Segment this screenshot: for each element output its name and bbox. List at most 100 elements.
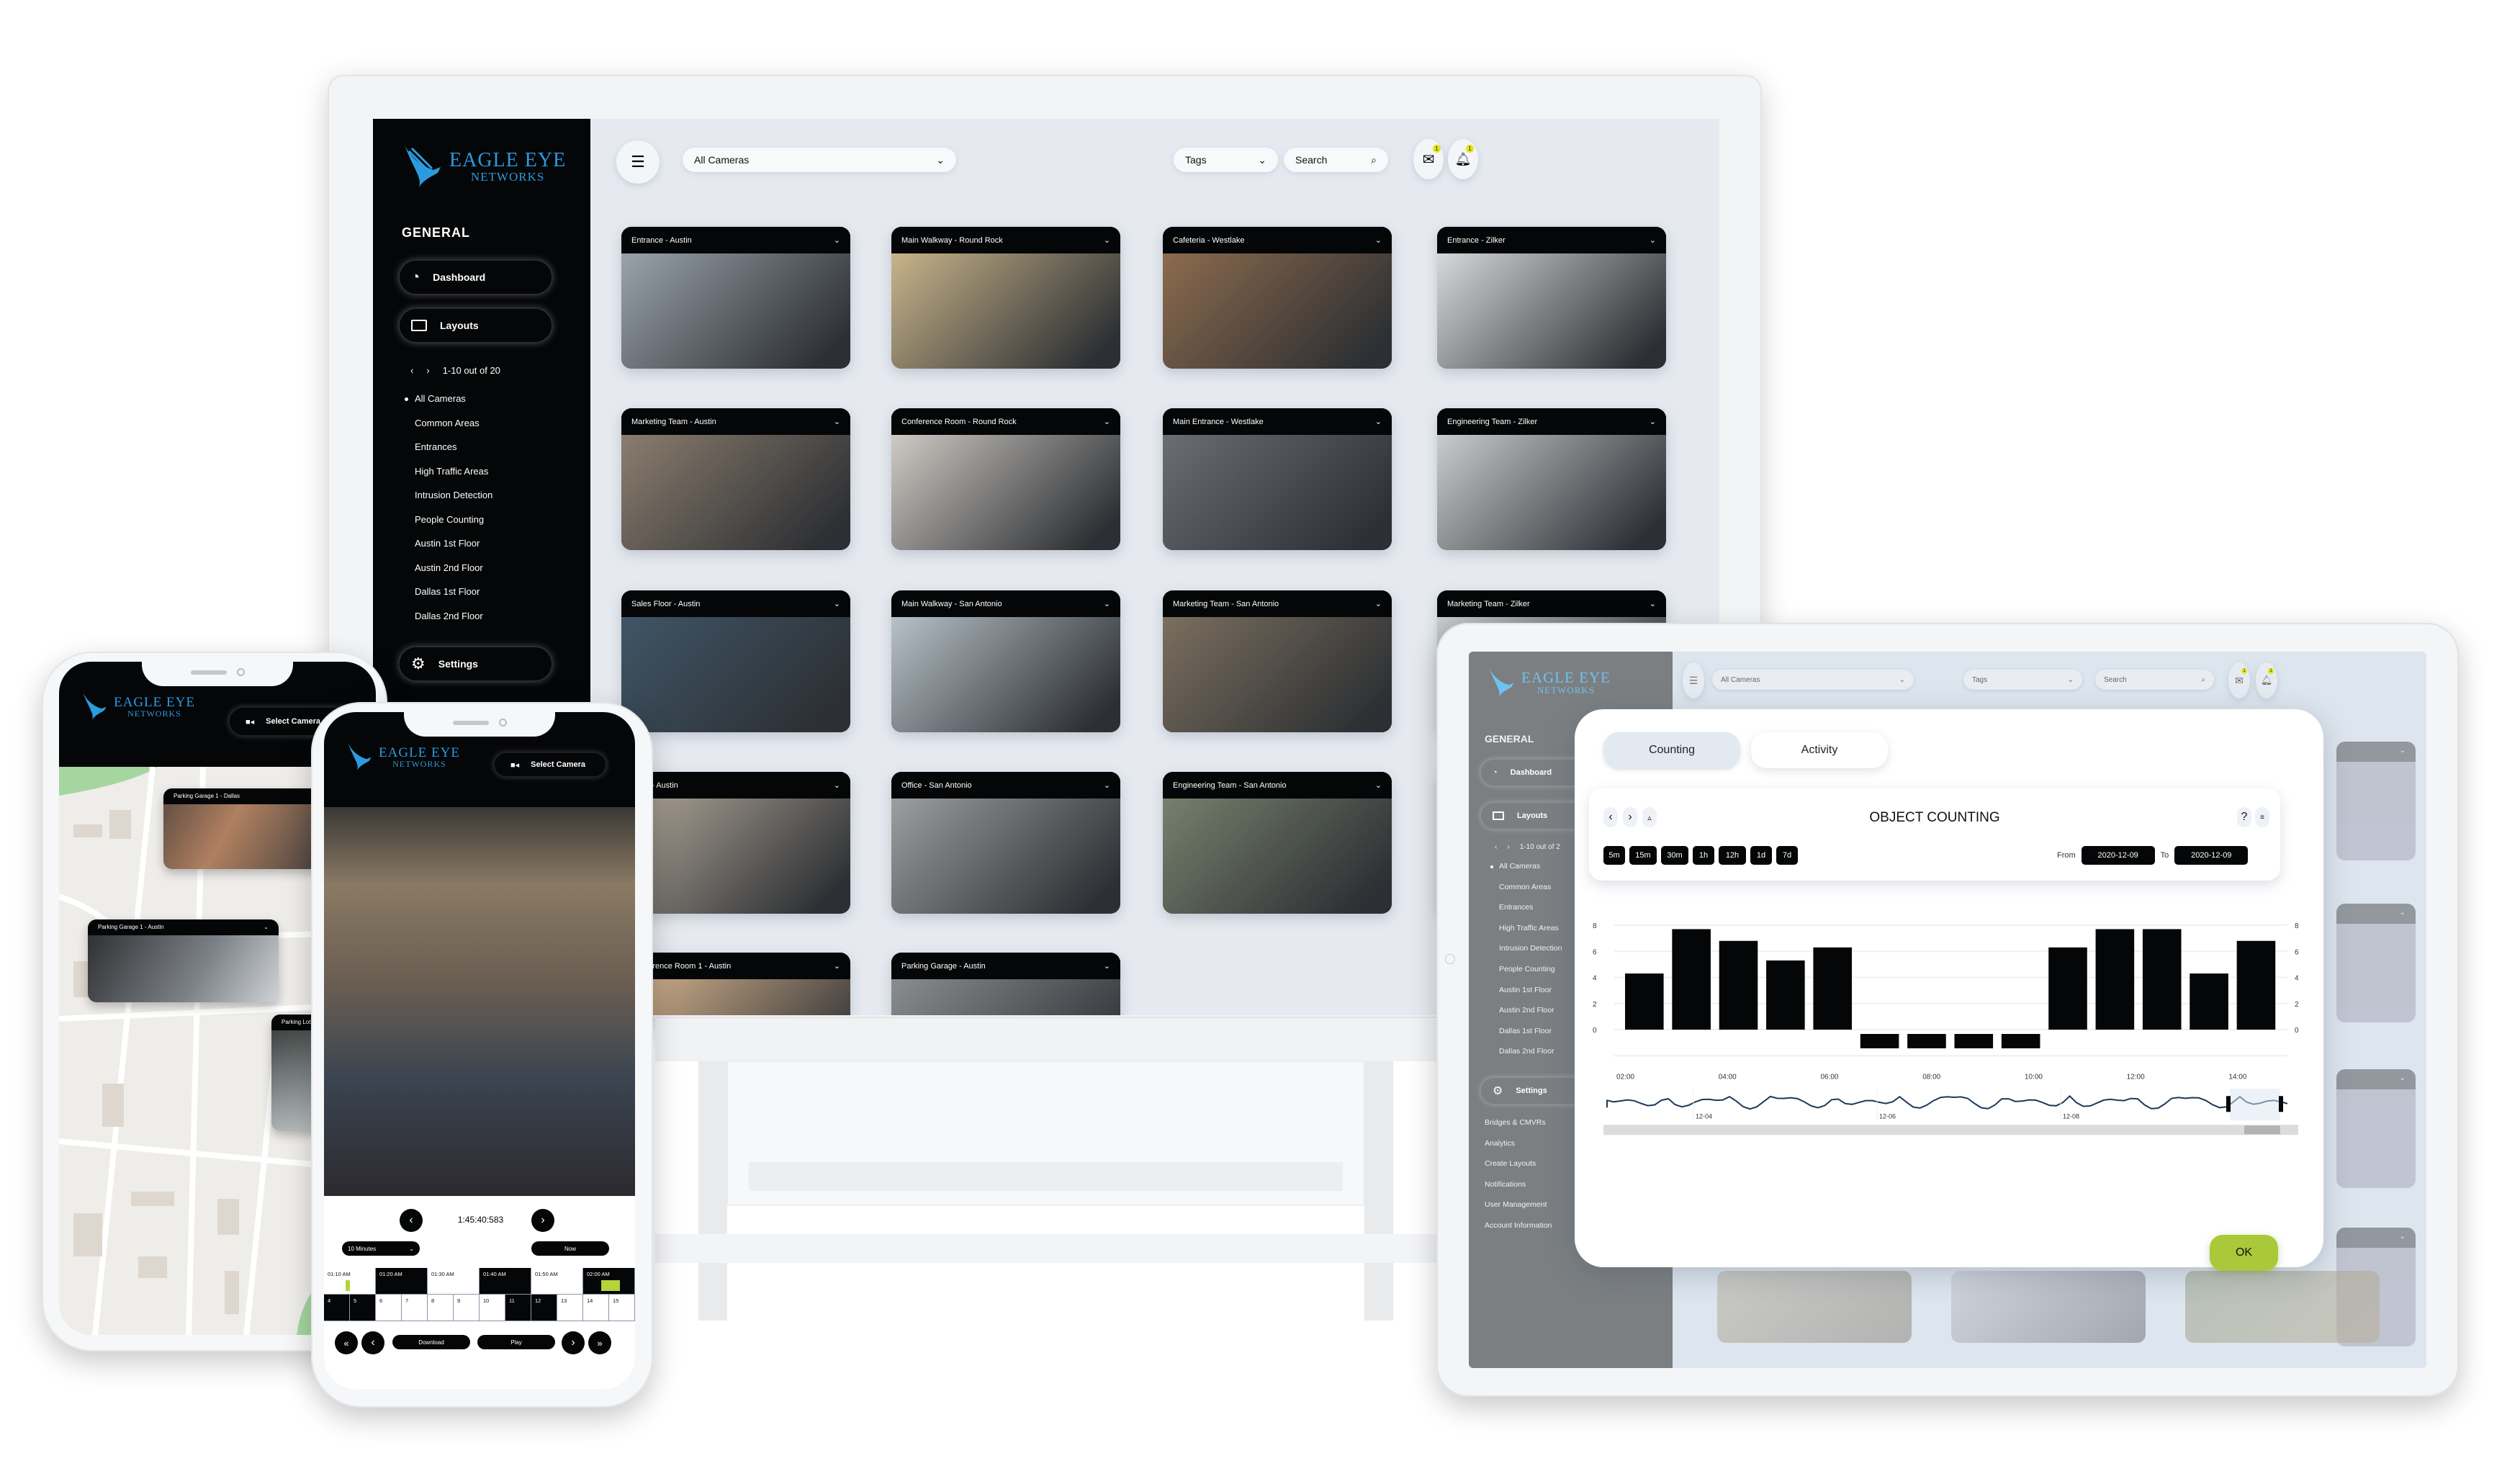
- to-date-input[interactable]: 2020-12-09: [2174, 846, 2249, 865]
- minute-cell[interactable]: 8: [428, 1295, 454, 1321]
- tags-dropdown[interactable]: Tags ⌄: [1174, 148, 1278, 172]
- step-back-button[interactable]: ‹: [361, 1331, 384, 1354]
- camera-tile[interactable]: Sales Floor - Austin ⌄: [621, 590, 850, 732]
- camera-tile[interactable]: Entrance - Austin ⌄: [621, 227, 850, 369]
- camera-tile[interactable]: Main Walkway - San Antonio ⌄: [891, 590, 1120, 732]
- minute-cell[interactable]: 6: [376, 1295, 402, 1321]
- chevron-down-icon[interactable]: ⌄: [834, 781, 840, 790]
- chevron-down-icon[interactable]: ⌄: [1104, 235, 1110, 245]
- minute-cell[interactable]: 7: [402, 1295, 428, 1321]
- chevron-down-icon[interactable]: ⌄: [834, 599, 840, 608]
- navigator-selection[interactable]: [2230, 1089, 2280, 1121]
- download-button[interactable]: Download: [392, 1335, 470, 1349]
- camera-tile[interactable]: [2185, 1271, 2380, 1343]
- layout-item[interactable]: Austin 1st Floor: [399, 531, 579, 556]
- range-button[interactable]: 15m: [1629, 846, 1657, 865]
- now-button[interactable]: Now: [531, 1241, 609, 1256]
- minute-cell[interactable]: 9: [454, 1295, 480, 1321]
- camera-tile[interactable]: Main Walkway - Round Rock ⌄: [891, 227, 1120, 369]
- layout-item[interactable]: Common Areas: [399, 411, 579, 436]
- recording-timeline[interactable]: 01:10 AM 01:20 AM 01:30 AM 01:40 AM 01:50 AM…: [324, 1268, 635, 1321]
- camera-tile[interactable]: Conference Room - Round Rock ⌄: [891, 408, 1120, 550]
- range-button[interactable]: 1d: [1750, 846, 1772, 865]
- tags-dropdown[interactable]: Tags ⌄: [1963, 670, 2082, 690]
- camera-filter-dropdown[interactable]: All Cameras ⌄: [1712, 670, 1914, 690]
- minute-cell[interactable]: 4: [324, 1295, 350, 1321]
- minute-cell[interactable]: 15: [609, 1295, 635, 1321]
- tab-activity[interactable]: Activity: [1751, 732, 1888, 768]
- minute-cell[interactable]: 12: [531, 1295, 557, 1321]
- layout-item[interactable]: Intrusion Detection: [399, 483, 579, 508]
- time-slot[interactable]: 01:40 AM: [480, 1268, 531, 1295]
- search-input[interactable]: Search ⌕: [2095, 670, 2214, 690]
- chevron-down-icon[interactable]: ⌄: [1104, 961, 1110, 971]
- camera-tile[interactable]: Conference Room 1 - Austin ⌄: [621, 953, 850, 1015]
- range-button[interactable]: 5m: [1603, 846, 1625, 865]
- layout-item[interactable]: High Traffic Areas: [399, 459, 579, 484]
- time-slot[interactable]: 01:50 AM: [531, 1268, 583, 1295]
- chevron-down-icon[interactable]: ⌄: [834, 417, 840, 426]
- chevron-down-icon[interactable]: ⌄: [834, 235, 840, 245]
- minute-cell[interactable]: 10: [480, 1295, 505, 1321]
- map-camera-card[interactable]: Parking Garage 1 - Dallas: [163, 788, 336, 869]
- time-slot[interactable]: 01:10 AM: [324, 1268, 376, 1295]
- chevron-down-icon[interactable]: ⌄: [1375, 235, 1382, 245]
- dashboard-button[interactable]: ◔ Dashboard: [398, 259, 553, 295]
- fast-forward-button[interactable]: »: [588, 1331, 611, 1354]
- camera-tile[interactable]: ⌄: [2336, 742, 2416, 860]
- time-slot[interactable]: 01:20 AM: [376, 1268, 428, 1295]
- range-button[interactable]: 30m: [1661, 846, 1688, 865]
- camera-tile[interactable]: Engineering Team - San Antonio ⌄: [1163, 772, 1392, 914]
- chart-menu-icon[interactable]: ≡: [2255, 807, 2269, 827]
- chevron-down-icon[interactable]: ⌄: [1104, 781, 1110, 790]
- help-button[interactable]: ?: [2237, 807, 2251, 827]
- layout-item[interactable]: All Cameras: [399, 387, 579, 411]
- pager-prev-icon[interactable]: ‹: [1495, 843, 1497, 851]
- camera-tile[interactable]: ⌄: [2336, 1069, 2416, 1188]
- navigator-handle-right[interactable]: [2279, 1096, 2283, 1112]
- chevron-down-icon[interactable]: ⌄: [1650, 235, 1656, 245]
- camera-tile[interactable]: Entrance - Zilker ⌄: [1437, 227, 1666, 369]
- scrollbar-thumb[interactable]: [2244, 1125, 2280, 1135]
- pager-next-icon[interactable]: ›: [1507, 843, 1509, 851]
- next-frame-button[interactable]: ›: [531, 1209, 554, 1232]
- rewind-button[interactable]: «: [335, 1331, 358, 1354]
- chevron-down-icon[interactable]: ⌄: [1375, 781, 1382, 790]
- minute-cell[interactable]: 13: [557, 1295, 583, 1321]
- range-button[interactable]: 1h: [1693, 846, 1714, 865]
- minute-cell[interactable]: 5: [350, 1295, 376, 1321]
- camera-tile[interactable]: Office - San Antonio ⌄: [891, 772, 1120, 914]
- layout-item[interactable]: Dallas 1st Floor: [399, 580, 579, 604]
- range-button[interactable]: 12h: [1719, 846, 1746, 865]
- settings-button[interactable]: ⚙ Settings: [398, 646, 553, 682]
- time-slot[interactable]: 01:30 AM: [428, 1268, 480, 1295]
- live-video-feed[interactable]: [324, 807, 635, 1196]
- camera-tile[interactable]: Marketing Team - San Antonio ⌄: [1163, 590, 1392, 732]
- minute-cell[interactable]: 11: [505, 1295, 531, 1321]
- layouts-button[interactable]: Layouts: [398, 307, 553, 343]
- camera-tile[interactable]: Engineering Team - Zilker ⌄: [1437, 408, 1666, 550]
- notifications-button[interactable]: 🔔︎ 1: [1448, 139, 1478, 179]
- minute-cell[interactable]: 14: [583, 1295, 609, 1321]
- ok-button[interactable]: OK: [2210, 1235, 2278, 1271]
- messages-button[interactable]: ✉ 1: [2228, 662, 2250, 698]
- pager-next-icon[interactable]: ›: [426, 365, 429, 376]
- chevron-down-icon[interactable]: ⌄: [834, 961, 840, 971]
- layout-item[interactable]: Austin 2nd Floor: [399, 556, 579, 580]
- range-button[interactable]: 7d: [1776, 846, 1798, 865]
- step-forward-button[interactable]: ›: [562, 1331, 585, 1354]
- messages-button[interactable]: ✉ 1: [1413, 139, 1444, 179]
- map-camera-card[interactable]: Parking Garage 1 - Austin ⌄: [88, 919, 279, 1002]
- prev-frame-button[interactable]: ‹: [400, 1209, 423, 1232]
- menu-button[interactable]: ☰: [1683, 662, 1704, 698]
- select-camera-button[interactable]: ■◂ Select Camera: [493, 752, 607, 778]
- chevron-down-icon[interactable]: ⌄: [1650, 417, 1656, 426]
- interval-dropdown[interactable]: 10 Minutes ⌄: [342, 1241, 420, 1256]
- camera-filter-dropdown[interactable]: All Cameras ⌄: [683, 148, 956, 172]
- tab-counting[interactable]: Counting: [1603, 732, 1740, 768]
- layout-item[interactable]: Entrances: [399, 435, 579, 459]
- pager-prev-icon[interactable]: ‹: [410, 365, 413, 376]
- navigator-handle-left[interactable]: [2226, 1096, 2231, 1112]
- chevron-down-icon[interactable]: ⌄: [1375, 417, 1382, 426]
- camera-tile[interactable]: [1951, 1271, 2146, 1343]
